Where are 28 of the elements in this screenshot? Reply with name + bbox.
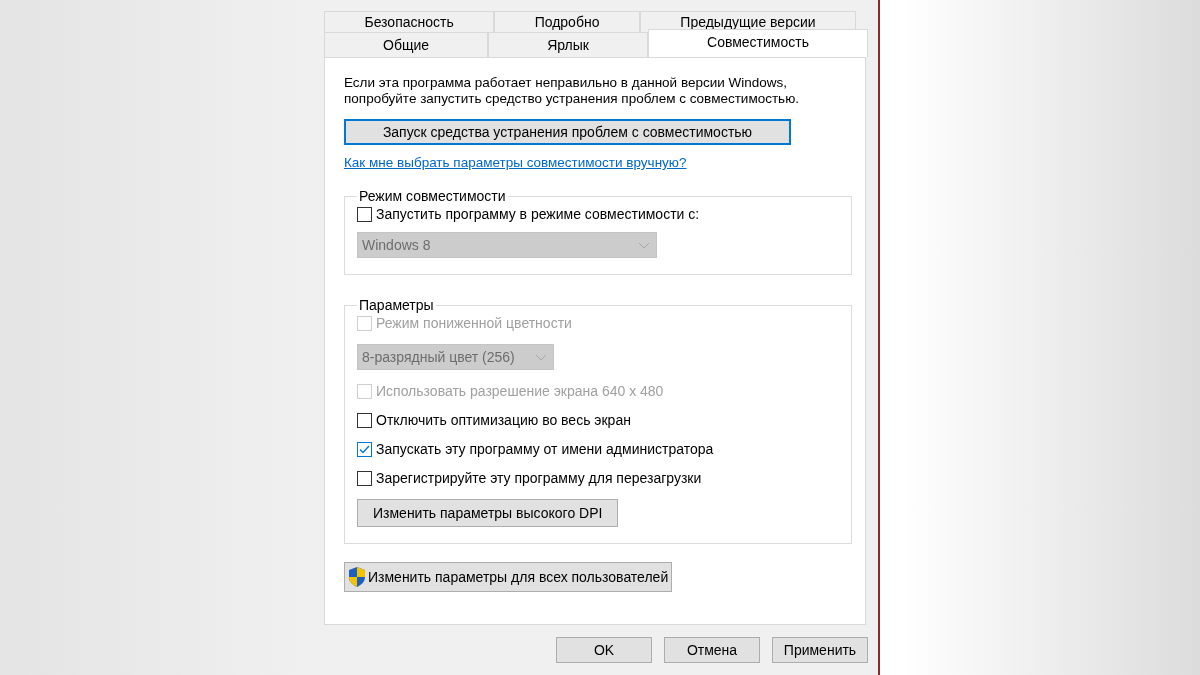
checkbox[interactable] [357, 441, 372, 457]
dialog-button[interactable]: Применить [772, 637, 868, 663]
help-link[interactable]: Как мне выбрать параметры совместимости вручную? [344, 155, 687, 170]
checkbox-label: Запустить программу в режиме совместимости с: [376, 206, 700, 222]
tab[interactable]: Ярлык [488, 32, 648, 57]
tab[interactable]: Общие [324, 32, 489, 57]
dialog-button[interactable]: Отмена [664, 637, 760, 663]
group-title: Режим совместимости [358, 188, 507, 204]
checkbox-label: Запускать эту программу от имени администратора [376, 441, 714, 457]
group-title: Параметры [358, 297, 435, 313]
checkbox-label: Режим пониженной цветности [376, 315, 572, 331]
shield-icon [347, 566, 367, 588]
chevron-down-icon [638, 241, 650, 249]
all-users-button[interactable]: Изменить параметры для всех пользователей [344, 562, 673, 592]
tab[interactable]: Безопасность [324, 11, 495, 32]
tab[interactable]: Подробно [494, 11, 640, 32]
checkbox-label: Отключить оптимизацию во весь экран [376, 412, 631, 428]
checkbox[interactable] [357, 206, 372, 222]
dpi-settings-button[interactable]: Изменить параметры высокого DPI [357, 499, 619, 527]
troubleshooter-button[interactable]: Запуск средства устранения проблем с совместимостью [344, 119, 791, 145]
tab[interactable]: Совместимость [648, 29, 868, 57]
description-text: Если эта программа работает неправильно в данной версии Windows, попробуйте запустить средство устранения проблем с совместимостью. [344, 75, 801, 107]
dialog-button[interactable]: OK [556, 637, 652, 663]
chevron-down-icon [535, 353, 547, 361]
checkbox[interactable] [357, 470, 372, 486]
checkbox[interactable] [357, 412, 372, 428]
checkbox-label: Использовать разрешение экрана 640 x 480 [376, 383, 664, 399]
checkbox-label: Зарегистрируйте эту программу для перезагрузки [376, 470, 702, 486]
